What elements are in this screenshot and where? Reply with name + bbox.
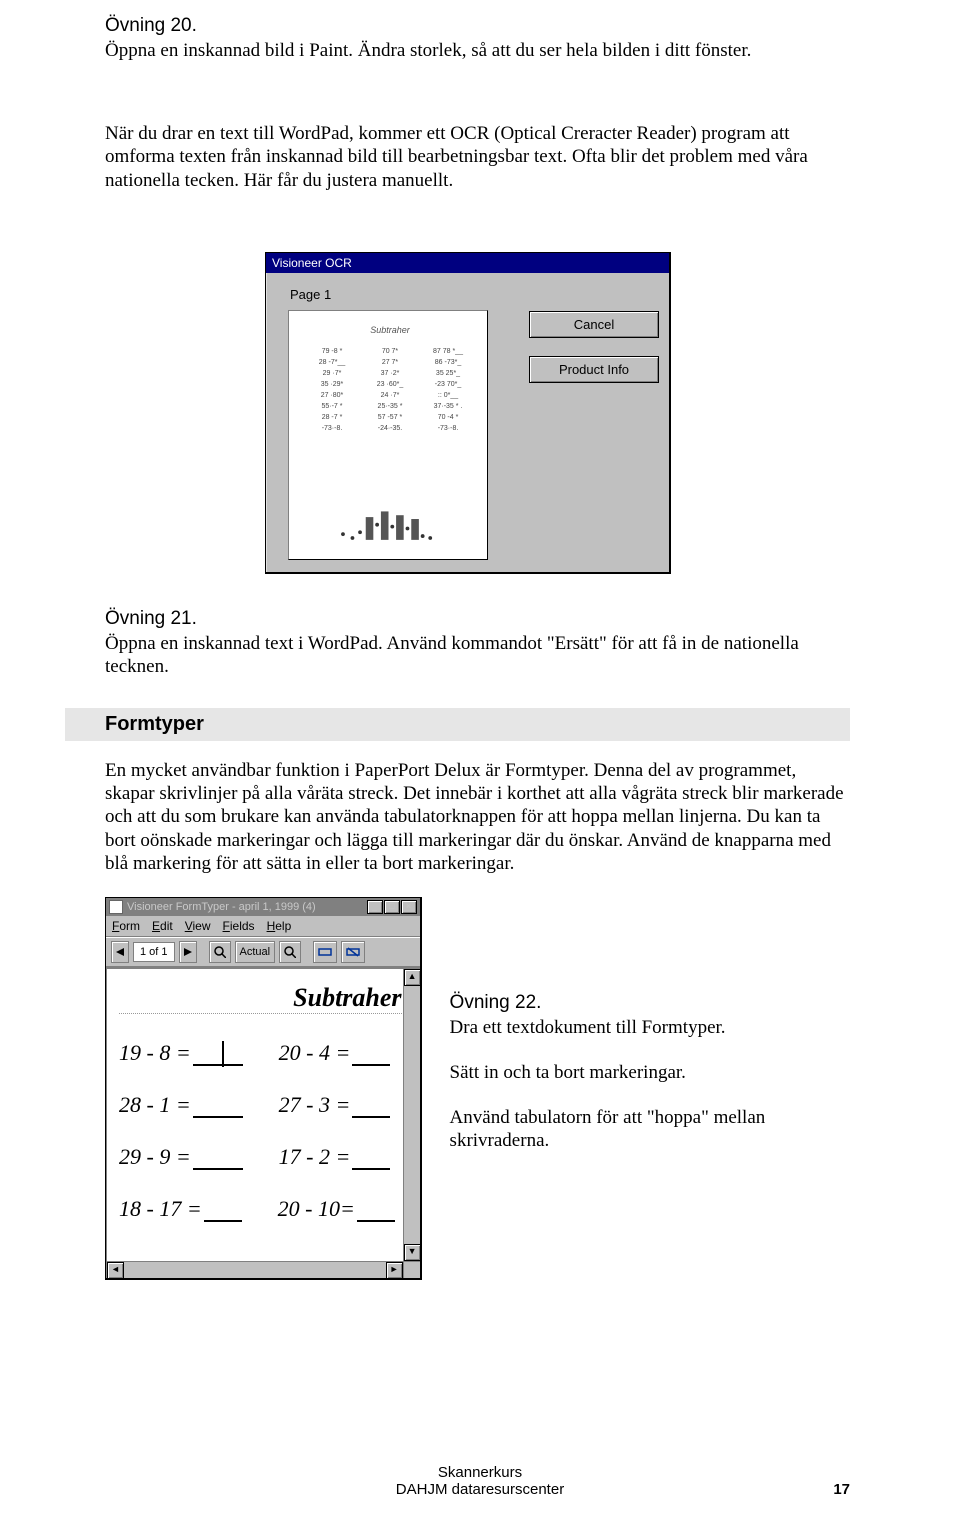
insert-field-icon — [318, 946, 332, 958]
formtyper-canvas: Subtraher 19 - 8 = 20 - 4 = 28 - 1 = 27 … — [106, 968, 420, 1278]
field-r2c2[interactable]: 27 - 3 = — [279, 1092, 391, 1118]
zoom-tool-button[interactable] — [209, 941, 231, 963]
horizontal-scrollbar[interactable]: ◄ ► — [107, 1261, 403, 1278]
toolbar: 1 of 1 Actual — [106, 937, 420, 967]
scroll-right-button[interactable]: ► — [386, 1262, 403, 1279]
cancel-button[interactable]: Cancel — [529, 311, 659, 338]
field-r4c1[interactable]: 18 - 17 = — [119, 1196, 242, 1222]
next-page-button[interactable] — [179, 941, 197, 963]
triangle-left-icon — [116, 948, 124, 956]
formtyper-window: Visioneer FormTyper - april 1, 1999 (4) … — [105, 897, 422, 1280]
scroll-up-button[interactable]: ▲ — [404, 969, 421, 986]
field-r4c2[interactable]: 20 - 10= — [278, 1196, 395, 1222]
exercise-22-title: Övning 22. — [450, 991, 850, 1015]
actual-size-button[interactable]: Actual — [235, 941, 276, 963]
field-r1c2[interactable]: 20 - 4 = — [279, 1040, 391, 1066]
exercise-20-title: Övning 20. — [105, 15, 850, 37]
field-r2c1[interactable]: 28 - 1 = — [119, 1092, 243, 1118]
field-r3c2[interactable]: 17 - 2 = — [279, 1144, 391, 1170]
scroll-down-button[interactable]: ▼ — [404, 1244, 421, 1261]
exercise-21-title: Övning 21. — [105, 608, 850, 630]
vertical-scrollbar[interactable]: ▲ ▼ — [403, 969, 420, 1261]
paragraph-formtyper: En mycket användbar funktion i PaperPort… — [105, 759, 850, 875]
close-button[interactable]: × — [401, 900, 417, 914]
menu-bar: Form Edit View Fields Help — [106, 916, 420, 936]
menu-view[interactable]: View — [185, 919, 211, 933]
page-indicator: 1 of 1 — [133, 942, 175, 962]
text-cursor — [222, 1041, 224, 1067]
ocr-preview: Subtraher 79 -8 *70 7*87 78 *__ 28 -7*__… — [288, 310, 488, 560]
exercise-22-line2: Sätt in och ta bort markeringar. — [450, 1061, 850, 1084]
prev-page-button[interactable] — [111, 941, 129, 963]
field-r1c1[interactable]: 19 - 8 = — [119, 1040, 243, 1066]
doc-title: Subtraher — [119, 983, 414, 1014]
menu-edit[interactable]: Edit — [152, 919, 173, 933]
menu-form[interactable]: Form — [112, 919, 140, 933]
paragraph-ocr: När du drar en text till WordPad, kommer… — [105, 122, 850, 192]
magnifier-icon — [214, 946, 226, 958]
remove-field-icon — [346, 946, 360, 958]
ocr-dialog: Visioneer OCR Page 1 Subtraher 79 -8 *70… — [265, 252, 671, 574]
insert-field-button[interactable] — [313, 941, 337, 963]
ocr-preview-heading: Subtraher — [307, 325, 473, 335]
remove-field-button[interactable] — [341, 941, 365, 963]
menu-help[interactable]: Help — [267, 919, 292, 933]
section-heading-formtyper: Formtyper — [65, 708, 850, 741]
product-info-button[interactable]: Product Info — [529, 356, 659, 383]
triangle-right-icon — [184, 948, 192, 956]
ocr-preview-image — [307, 441, 473, 550]
formtyper-title: Visioneer FormTyper - april 1, 1999 (4) — [127, 901, 316, 913]
menu-fields[interactable]: Fields — [223, 919, 255, 933]
maximize-button[interactable]: □ — [384, 900, 400, 914]
scroll-corner — [403, 1261, 420, 1278]
minimize-button[interactable]: _ — [367, 900, 383, 914]
ocr-page-label: Page 1 — [290, 287, 517, 302]
app-icon — [109, 900, 123, 914]
magnifier-fit-icon — [284, 946, 296, 958]
page-footer: Skannerkurs DAHJM dataresurscenter — [0, 1464, 960, 1498]
scroll-left-button[interactable]: ◄ — [107, 1262, 124, 1279]
ocr-preview-rows: 79 -8 *70 7*87 78 *__ 28 -7*__27 7*86 -7… — [307, 347, 473, 434]
exercise-20-body: Öppna en inskannad bild i Paint. Ändra s… — [105, 39, 850, 62]
footer-line1: Skannerkurs — [0, 1464, 960, 1481]
exercise-22-line1: Dra ett textdokument till Formtyper. — [450, 1016, 850, 1039]
ocr-dialog-title: Visioneer OCR — [266, 253, 669, 273]
field-r3c1[interactable]: 29 - 9 = — [119, 1144, 243, 1170]
zoom-fit-button[interactable] — [279, 941, 301, 963]
page-number: 17 — [833, 1481, 850, 1498]
exercise-22-line3: Använd tabulatorn för att "hoppa" mellan… — [450, 1106, 850, 1152]
exercise-21-body: Öppna en inskannad text i WordPad. Använ… — [105, 632, 850, 678]
footer-line2: DAHJM dataresurscenter — [0, 1481, 960, 1498]
scatter-image-icon — [324, 489, 457, 549]
